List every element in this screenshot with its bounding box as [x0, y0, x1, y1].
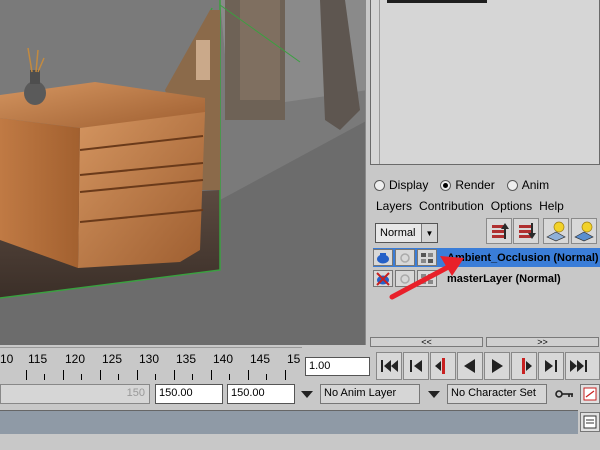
minor-tick — [266, 374, 267, 380]
go-to-start-icon — [381, 360, 398, 372]
step-forward-button[interactable] — [538, 352, 564, 380]
step-back-button[interactable] — [403, 352, 429, 380]
play-forward-icon — [492, 359, 503, 373]
frame-label: 120 — [65, 352, 86, 366]
major-tick — [174, 370, 175, 380]
character-set-field[interactable]: No Character Set — [447, 384, 547, 404]
command-line-bar[interactable] — [0, 410, 578, 434]
animation-prefs-button[interactable] — [580, 384, 600, 404]
viewport-splitter[interactable] — [365, 0, 369, 345]
preferences-icon — [583, 387, 597, 401]
current-time-field[interactable]: 1.00 — [305, 357, 370, 376]
minor-tick — [229, 374, 230, 380]
minor-tick — [44, 374, 45, 380]
script-editor-icon — [583, 415, 597, 429]
step-back-icon — [410, 360, 422, 372]
viewport-render — [0, 0, 368, 345]
step-forward-key-button[interactable] — [511, 352, 537, 380]
list-guide-line — [379, 0, 380, 164]
major-tick — [248, 370, 249, 380]
minor-tick — [155, 374, 156, 380]
anim-layer-field[interactable]: No Anim Layer — [320, 384, 420, 404]
frame-label: 140 — [213, 352, 234, 366]
frame-label: 135 — [176, 352, 197, 366]
go-to-end-icon — [570, 360, 587, 372]
layer-editor: Display Render Anim Layers Contribution … — [370, 170, 600, 345]
scroll-right-button[interactable]: >> — [486, 337, 599, 347]
frame-label: 115 — [28, 352, 48, 366]
chevron-down-icon — [428, 391, 440, 398]
minor-tick — [81, 374, 82, 380]
major-tick — [26, 370, 27, 380]
outliner-list[interactable] — [370, 0, 600, 165]
character-set-dropdown-button[interactable] — [423, 384, 445, 404]
layer-nav-row: << >> — [370, 337, 600, 347]
go-to-end-button[interactable] — [565, 352, 600, 380]
frame-label: 130 — [139, 352, 160, 366]
range-start-field[interactable]: 150.00 — [155, 384, 223, 404]
minor-tick — [118, 374, 119, 380]
major-tick — [285, 370, 286, 380]
annotation-arrow-icon — [389, 256, 464, 300]
frame-label: 15 — [287, 352, 301, 366]
key-icon — [555, 390, 573, 398]
help-line — [0, 434, 600, 450]
script-editor-button[interactable] — [580, 412, 600, 432]
auto-key-button[interactable] — [553, 384, 577, 404]
chevron-down-icon — [301, 391, 313, 398]
step-back-key-icon — [435, 358, 445, 374]
frame-label: 145 — [250, 352, 271, 366]
scroll-left-button[interactable]: << — [370, 337, 483, 347]
major-tick — [137, 370, 138, 380]
step-forward-key-icon — [522, 358, 532, 374]
step-back-key-button[interactable] — [430, 352, 456, 380]
go-to-start-button[interactable] — [376, 352, 402, 380]
list-selected-item[interactable] — [387, 0, 487, 3]
play-backward-icon — [464, 359, 475, 373]
anim-layer-dropdown-button[interactable] — [296, 384, 318, 404]
frame-label: 125 — [102, 352, 123, 366]
play-backward-button[interactable] — [457, 352, 483, 380]
major-tick — [100, 370, 101, 380]
major-tick — [211, 370, 212, 380]
step-forward-icon — [545, 360, 557, 372]
range-slider-end: 150 — [126, 387, 145, 399]
range-end-field[interactable]: 150.00 — [227, 384, 295, 404]
perspective-viewport[interactable] — [0, 0, 368, 345]
frame-label: 10 — [0, 352, 14, 366]
time-slider[interactable]: 10 115 120 125 130 135 140 145 15 — [0, 347, 302, 383]
major-tick — [63, 370, 64, 380]
minor-tick — [192, 374, 193, 380]
play-forward-button[interactable] — [484, 352, 510, 380]
range-slider[interactable]: 150 — [0, 384, 150, 404]
